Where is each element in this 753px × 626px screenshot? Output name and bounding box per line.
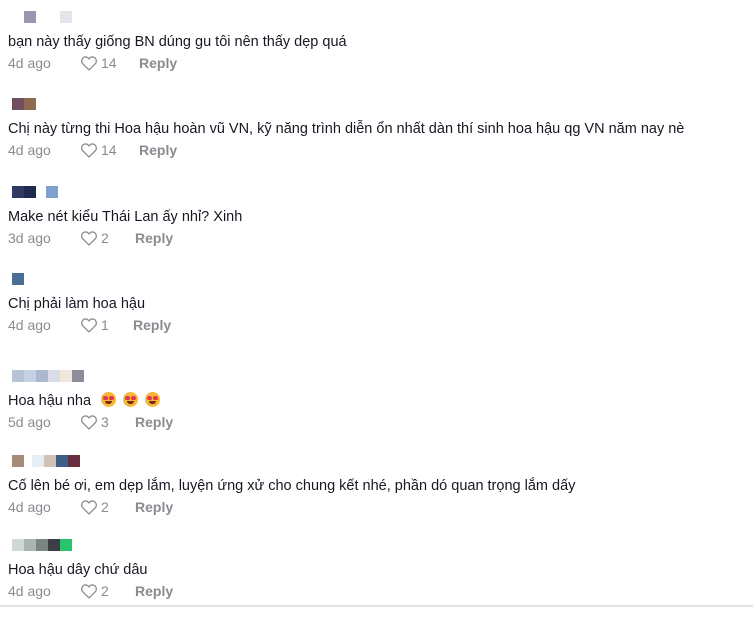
comment-text: bạn này thấy giống BN dúng gu tôi nên th… [8,34,347,50]
username-redacted[interactable] [10,11,72,25]
redaction-block [24,11,36,23]
like-count: 1 [101,317,109,333]
redaction-block [32,455,44,467]
comment-text: Make nét kiểu Thái Lan ấy nhỉ? Xinh [8,209,243,225]
comment-time: 4d ago [8,583,51,599]
like-button[interactable]: 14 [80,55,139,71]
heart-eyes-emoji-icon [145,392,161,407]
redaction-block [36,370,48,382]
comment-item: bạn này thấy giống BN dúng gu tôi nên th… [0,11,753,98]
reply-button[interactable]: Reply [139,142,177,158]
comment-meta: 4d ago 2 Reply [8,582,173,600]
like-count: 14 [101,55,117,71]
reply-button[interactable]: Reply [135,583,173,599]
heart-outline-icon [80,415,98,430]
username-redacted[interactable] [10,455,80,469]
comment-meta: 3d ago 2 Reply [8,229,173,247]
redaction-block [48,539,60,551]
username-redacted[interactable] [10,186,58,200]
like-count: 2 [101,583,109,599]
redaction-block [36,11,60,23]
comment-time: 4d ago [8,317,51,333]
username-redacted[interactable] [10,98,36,112]
reply-button[interactable]: Reply [133,317,171,333]
comment-text: Hoa hậu nha [8,392,161,410]
like-button[interactable]: 3 [80,414,135,430]
username-redacted[interactable] [10,273,24,287]
like-button[interactable]: 14 [80,142,139,158]
heart-outline-icon [80,143,98,158]
comment-meta: 4d ago 2 Reply [8,498,173,516]
comment-text: Hoa hậu dây chứ dâu [8,562,148,578]
comment-meta: 4d ago 14 Reply [8,141,177,159]
comment-item: Hoa hậu dây chứ dâu 4d ago 2 Reply [0,539,753,626]
redaction-block [46,186,58,198]
redaction-block [12,186,24,198]
redaction-block [12,98,24,110]
comment-time: 4d ago [8,499,51,515]
redaction-block [24,98,36,110]
like-count: 2 [101,230,109,246]
redaction-block [36,186,46,198]
comment-item: Hoa hậu nha 5d ago 3 Reply [0,370,753,457]
heart-outline-icon [80,500,98,515]
comment-item: Make nét kiểu Thái Lan ấy nhỉ? Xinh 3d a… [0,186,753,273]
redaction-block [60,11,72,23]
like-count: 14 [101,142,117,158]
heart-outline-icon [80,56,98,71]
redaction-block [24,455,32,467]
heart-outline-icon [80,318,98,333]
like-count: 2 [101,499,109,515]
redaction-block [44,455,56,467]
comment-time: 5d ago [8,414,51,430]
username-redacted[interactable] [10,370,84,384]
comment-text: Chị phải làm hoa hậu [8,296,146,312]
like-button[interactable]: 2 [80,230,135,246]
heart-eyes-emoji-icon [101,392,117,407]
heart-eyes-emoji-icon [123,392,139,407]
like-button[interactable]: 2 [80,583,135,599]
redaction-block [48,370,60,382]
redaction-block [12,539,24,551]
heart-outline-icon [80,231,98,246]
redaction-block [12,273,24,285]
comment-meta: 4d ago 1 Reply [8,316,171,334]
reply-button[interactable]: Reply [139,55,177,71]
comment-item: Cố lên bé ơi, em dẹp lắm, luyện ứng xử c… [0,455,753,542]
redaction-block [56,455,68,467]
comment-meta: 4d ago 14 Reply [8,54,177,72]
like-button[interactable]: 2 [80,499,135,515]
redaction-block [12,455,24,467]
comment-list: bạn này thấy giống BN dúng gu tôi nên th… [0,0,753,607]
comment-time: 3d ago [8,230,51,246]
comment-meta: 5d ago 3 Reply [8,413,173,431]
like-count: 3 [101,414,109,430]
redaction-block [12,370,24,382]
heart-outline-icon [80,584,98,599]
redaction-block [60,370,72,382]
reply-button[interactable]: Reply [135,414,173,430]
redaction-block [24,539,36,551]
redaction-block [72,370,84,382]
comment-text-body: Hoa hậu nha [8,393,92,409]
comment-item: Chị này từng thi Hoa hậu hoàn vũ VN, kỹ … [0,98,753,185]
redaction-block [24,370,36,382]
redaction-block [68,455,80,467]
comment-time: 4d ago [8,55,51,71]
reply-button[interactable]: Reply [135,230,173,246]
redaction-block [36,539,48,551]
redaction-block [24,186,36,198]
comment-text: Cố lên bé ơi, em dẹp lắm, luyện ứng xử c… [8,478,576,494]
comment-item: Chị phải làm hoa hậu 4d ago 1 Reply [0,273,753,360]
comment-time: 4d ago [8,142,51,158]
username-redacted[interactable] [10,539,72,553]
like-button[interactable]: 1 [80,317,133,333]
comment-text: Chị này từng thi Hoa hậu hoàn vũ VN, kỹ … [8,121,685,137]
reply-button[interactable]: Reply [135,499,173,515]
redaction-block [60,539,72,551]
